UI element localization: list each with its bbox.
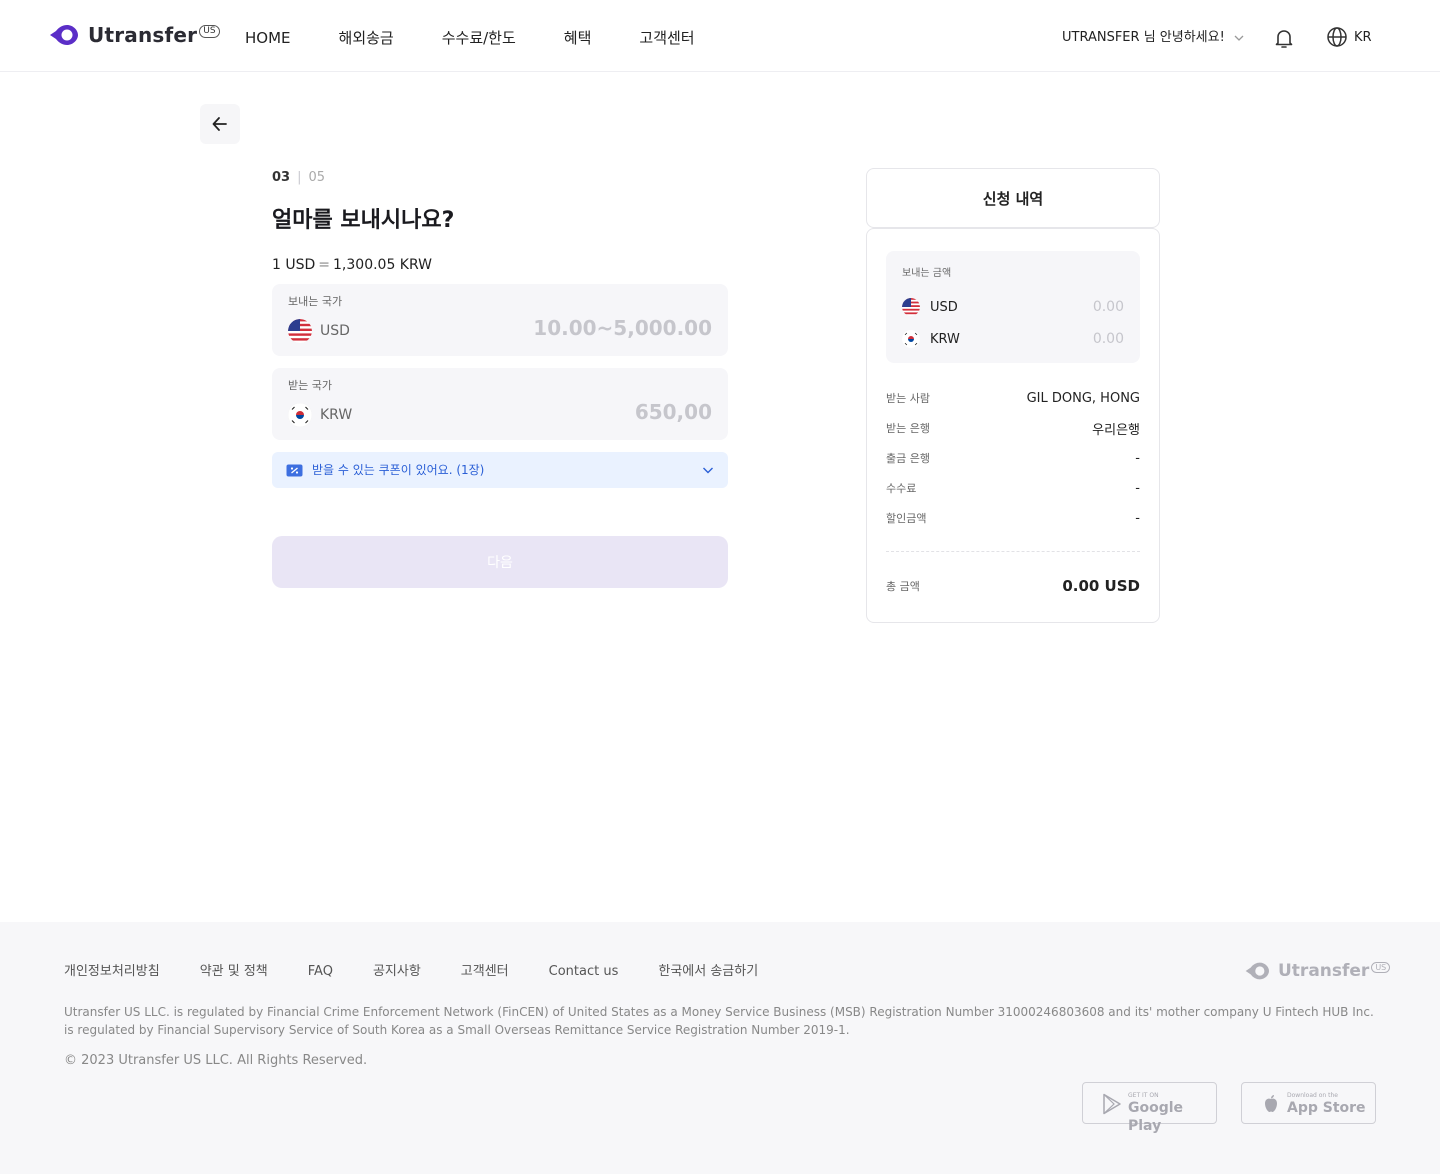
app-store-small: Download on the (1287, 1092, 1338, 1099)
logo-mark-icon (1245, 962, 1269, 980)
bell-icon[interactable] (1272, 26, 1296, 50)
rate-right: 1,300.05 KRW (333, 257, 432, 273)
summary-usd-currency: USD (930, 299, 958, 315)
nav-home[interactable]: HOME (245, 27, 291, 49)
logo-mark-icon (50, 25, 78, 45)
main-nav: HOME 해외송금 수수료/한도 혜택 고객센터 (245, 27, 743, 49)
summary-row-key: 수수료 (886, 482, 917, 495)
summary-total-label: 총 금액 (886, 580, 920, 593)
logo-badge: US (199, 25, 220, 38)
coupon-dropdown[interactable]: 받을 수 있는 쿠폰이 있어요. (1장) (272, 452, 728, 488)
summary-total-value: 0.00 USD (1062, 577, 1140, 595)
google-play-small: GET IT ON (1128, 1092, 1159, 1099)
step-indicator: 03 | 05 (272, 170, 325, 186)
summary-row-value: - (1135, 480, 1140, 496)
page-title: 얼마를 보내시나요? (272, 208, 455, 233)
logo-text: Utransfer (88, 23, 198, 47)
summary-row-withdraw-bank: 출금 은행 - (886, 448, 1140, 468)
google-play-large: Google Play (1128, 1100, 1184, 1134)
next-button[interactable]: 다음 (272, 536, 728, 588)
summary-row-value: GIL DONG, HONG (1026, 390, 1140, 406)
summary-row-key: 받는 사람 (886, 392, 930, 405)
summary-row-value: - (1135, 510, 1140, 526)
summary-row-value: 우리은행 (1092, 422, 1140, 438)
receive-country-label: 받는 국가 (288, 379, 332, 392)
send-amount-box[interactable]: 보내는 국가 USD 10.00~5,000.00 (272, 284, 728, 356)
summary-row-value: - (1135, 450, 1140, 466)
send-amount-input[interactable]: 10.00~5,000.00 (533, 315, 712, 341)
chevron-down-icon (1234, 35, 1244, 41)
footer-logo: Utransfer US (1244, 960, 1391, 982)
footer-logo-badge: US (1371, 962, 1391, 973)
send-currency: USD (320, 323, 350, 339)
rate-left: 1 USD (272, 257, 316, 273)
coupon-text: 받을 수 있는 쿠폰이 있어요. (1장) (312, 463, 485, 477)
summary-card: 보내는 금액 USD 0.00 KRW 0.00 받는 사람 GIL DONG,… (866, 228, 1160, 623)
footer-legal: Utransfer US LLC. is regulated by Financ… (64, 1005, 1374, 1037)
summary-usd-row: USD 0.00 (902, 297, 1124, 317)
google-play-icon (1103, 1093, 1121, 1115)
receive-amount-box[interactable]: 받는 국가 KRW 650,00 (272, 368, 728, 440)
summary-amount-box: 보내는 금액 USD 0.00 KRW 0.00 (886, 251, 1140, 363)
summary-krw-row: KRW 0.00 (902, 329, 1124, 349)
nav-benefits[interactable]: 혜택 (564, 27, 592, 49)
logo[interactable]: Utransfer US (48, 22, 220, 48)
footer-link-contact[interactable]: Contact us (549, 963, 619, 981)
footer-link-notice[interactable]: 공지사항 (373, 963, 421, 981)
lang-label: KR (1354, 29, 1372, 45)
summary-row-discount: 할인금액 - (886, 508, 1140, 528)
footer-link-faq[interactable]: FAQ (308, 963, 333, 981)
footer: 개인정보처리방침 약관 및 정책 FAQ 공지사항 고객센터 Contact u… (0, 922, 1440, 1174)
user-greeting: UTRANSFER 님 안녕하세요! (1062, 30, 1225, 45)
user-menu[interactable]: UTRANSFER 님 안녕하세요! (1062, 28, 1245, 48)
chevron-down-icon (703, 467, 713, 474)
summary-krw-value: 0.00 (1092, 331, 1124, 347)
step-total: 05 (308, 170, 326, 185)
kr-flag-icon (902, 330, 920, 348)
language-selector[interactable]: KR (1326, 26, 1372, 48)
footer-link-privacy[interactable]: 개인정보처리방침 (64, 963, 160, 981)
summary-title: 신청 내역 (866, 168, 1160, 228)
summary-divider (886, 551, 1140, 552)
nav-overseas-remit[interactable]: 해외송금 (339, 27, 394, 49)
summary-row-key: 받는 은행 (886, 422, 930, 435)
footer-links: 개인정보처리방침 약관 및 정책 FAQ 공지사항 고객센터 Contact u… (64, 963, 798, 981)
top-header: Utransfer US HOME 해외송금 수수료/한도 혜택 고객센터 UT… (0, 0, 1440, 72)
rate-equals: = (318, 257, 331, 273)
send-country-label: 보내는 국가 (288, 295, 343, 308)
summary-row-key: 할인금액 (886, 512, 927, 525)
summary-row-recipient: 받는 사람 GIL DONG, HONG (886, 388, 1140, 408)
apple-icon (1265, 1095, 1277, 1112)
summary-row-key: 출금 은행 (886, 452, 930, 465)
google-play-button[interactable]: GET IT ON Google Play (1082, 1082, 1217, 1134)
nav-fees-limits[interactable]: 수수료/한도 (442, 27, 516, 49)
summary-krw-currency: KRW (930, 331, 960, 347)
arrow-left-icon (212, 117, 227, 131)
app-store-large: App Store (1287, 1100, 1366, 1116)
us-flag-icon (902, 298, 920, 316)
exchange-rate: 1 USD = 1,300.05 KRW (272, 256, 432, 274)
nav-support[interactable]: 고객센터 (639, 27, 694, 49)
step-separator: | (297, 170, 302, 185)
us-flag-icon (288, 319, 312, 343)
footer-link-terms[interactable]: 약관 및 정책 (200, 963, 268, 981)
receive-amount-input[interactable]: 650,00 (635, 399, 712, 425)
back-button[interactable] (200, 104, 240, 144)
coupon-icon (286, 464, 303, 476)
globe-icon (1327, 27, 1347, 47)
receive-currency: KRW (320, 407, 353, 423)
summary-amount-label: 보내는 금액 (902, 268, 952, 279)
kr-flag-icon (288, 403, 312, 427)
footer-link-send-from-korea[interactable]: 한국에서 송금하기 (658, 963, 758, 981)
summary-usd-value: 0.00 (1092, 299, 1124, 315)
summary-row-fee: 수수료 - (886, 478, 1140, 498)
footer-link-support[interactable]: 고객센터 (461, 963, 509, 981)
step-current: 03 (272, 170, 291, 185)
footer-logo-text: Utransfer (1278, 961, 1370, 981)
footer-copyright: © 2023 Utransfer US LLC. All Rights Rese… (64, 1053, 368, 1068)
app-store-button[interactable]: Download on the App Store (1241, 1082, 1376, 1124)
summary-total: 총 금액 0.00 USD (886, 577, 1140, 595)
summary-row-recipient-bank: 받는 은행 우리은행 (886, 418, 1140, 438)
